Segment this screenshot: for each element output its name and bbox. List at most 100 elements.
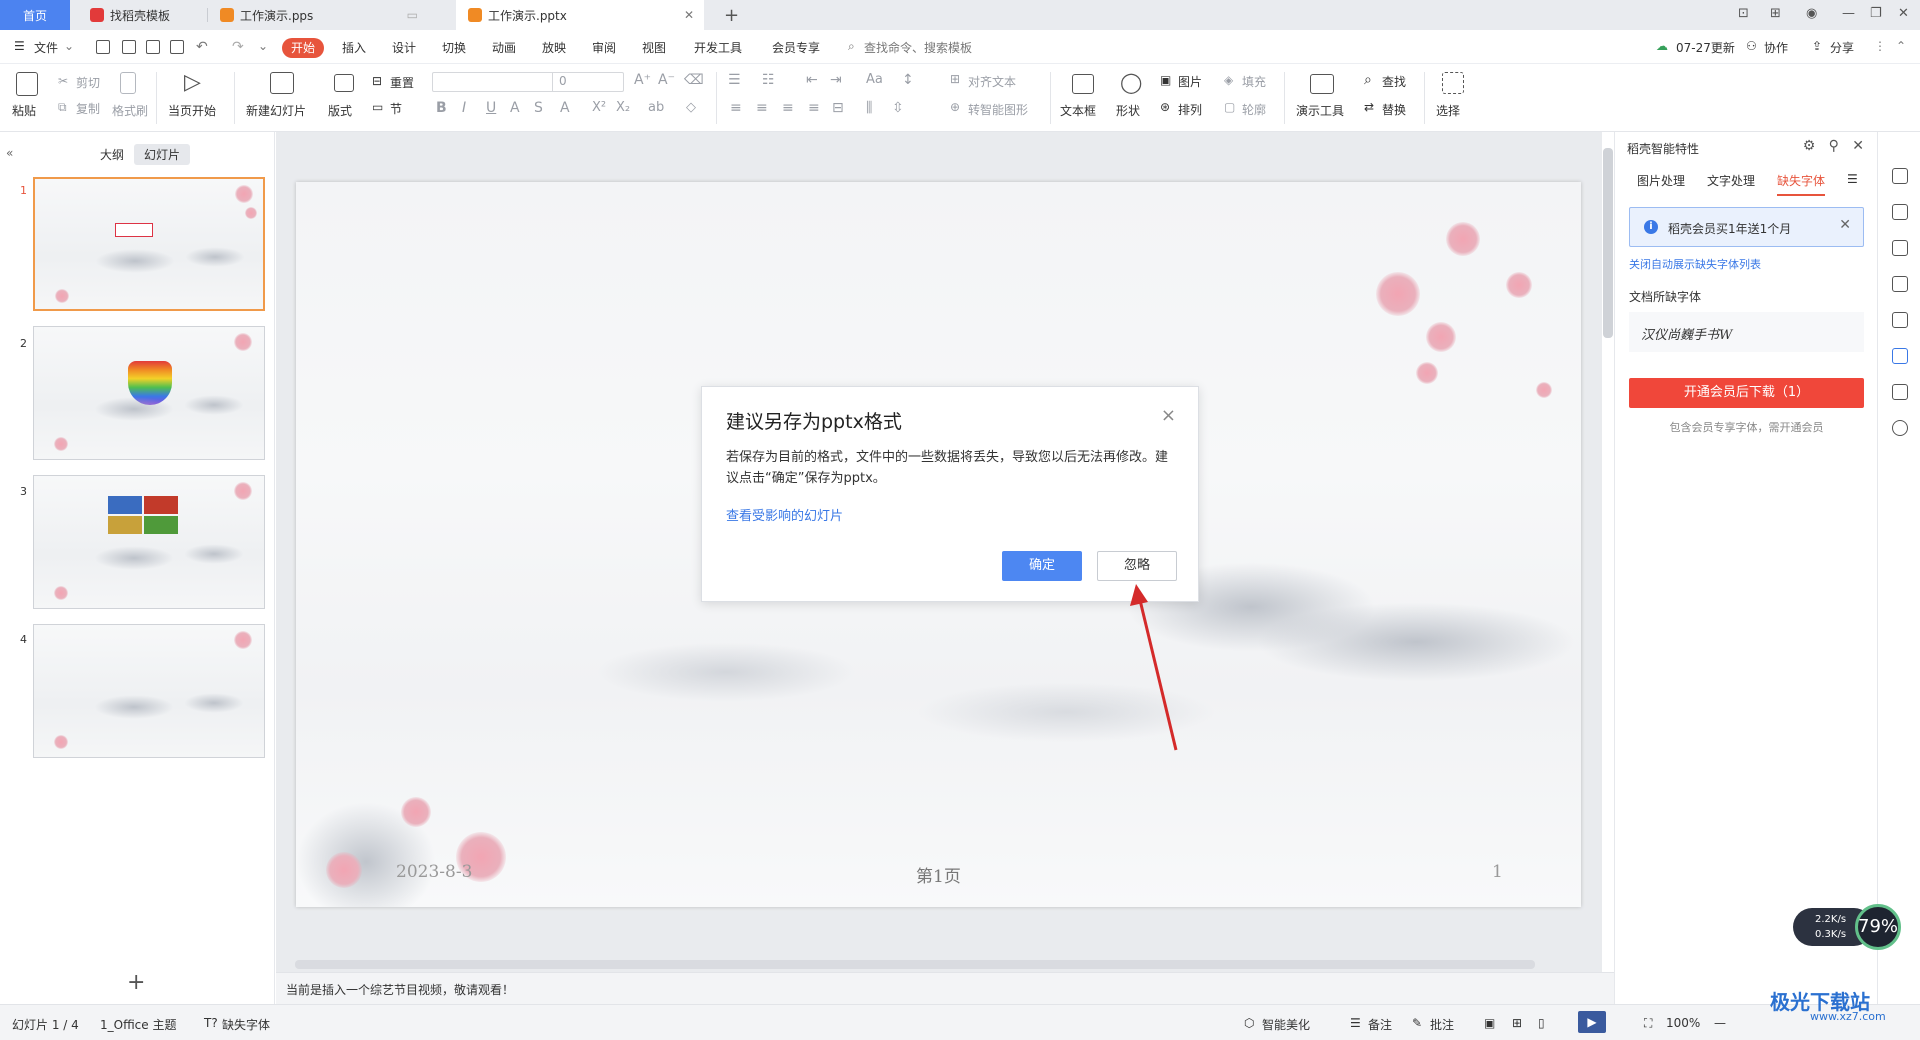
shadow-icon[interactable]: S bbox=[534, 100, 543, 116]
close-icon[interactable]: ✕ bbox=[1852, 138, 1864, 154]
image-icon[interactable] bbox=[1892, 312, 1908, 328]
settings-icon[interactable]: ⚙ bbox=[1803, 138, 1816, 154]
add-slide-button[interactable]: + bbox=[127, 970, 145, 995]
slide-thumbnail-2[interactable] bbox=[33, 326, 265, 460]
strikethrough-icon[interactable]: A bbox=[510, 100, 520, 116]
transition-icon[interactable] bbox=[1892, 276, 1908, 292]
menu-view[interactable]: 视图 bbox=[642, 39, 666, 56]
subscript-icon[interactable]: X₂ bbox=[616, 100, 630, 115]
properties-icon[interactable] bbox=[1892, 204, 1908, 220]
italic-icon[interactable]: I bbox=[462, 100, 466, 116]
layout-button[interactable]: 版式 bbox=[328, 102, 352, 119]
replace-button[interactable]: 替换 bbox=[1382, 101, 1406, 118]
collapse-ribbon-icon[interactable]: ⌃ bbox=[1896, 39, 1906, 53]
font-size-select[interactable]: 0 bbox=[552, 72, 624, 92]
layout-icon[interactable]: ⊡ bbox=[1738, 6, 1749, 21]
smart-features-icon[interactable] bbox=[1892, 348, 1908, 364]
vertical-scrollbar[interactable] bbox=[1603, 148, 1613, 338]
library-icon[interactable] bbox=[1892, 384, 1908, 400]
theme-name[interactable]: 1_Office 主题 bbox=[100, 1016, 176, 1033]
close-icon[interactable]: ✕ bbox=[1839, 217, 1851, 233]
menu-insert[interactable]: 插入 bbox=[342, 39, 366, 56]
text-case-icon[interactable]: Aa bbox=[866, 72, 883, 87]
play-current-button[interactable]: 当页开始 bbox=[168, 102, 216, 119]
missing-font-status[interactable]: 缺失字体 bbox=[222, 1016, 270, 1033]
picture-button[interactable]: 图片 bbox=[1178, 73, 1202, 90]
auto-show-link[interactable]: 关闭自动展示缺失字体列表 bbox=[1629, 256, 1761, 272]
slide-thumbnail-1[interactable] bbox=[33, 177, 265, 311]
align-center-icon[interactable]: ≡ bbox=[756, 100, 768, 116]
format-painter-button[interactable]: 格式刷 bbox=[112, 102, 148, 119]
design-icon[interactable] bbox=[1892, 168, 1908, 184]
grid-icon[interactable]: ⊞ bbox=[1770, 6, 1781, 21]
menu-icon[interactable]: ☰ bbox=[1847, 172, 1858, 196]
save-icon[interactable] bbox=[96, 40, 110, 54]
notice-text[interactable]: 稻壳会员买1年送1个月 bbox=[1668, 220, 1791, 237]
slides-tab[interactable]: 幻灯片 bbox=[134, 144, 191, 165]
restore-icon[interactable]: ❐ bbox=[1870, 6, 1882, 21]
tab-pps[interactable]: 工作演示.pps ▭ bbox=[208, 0, 428, 30]
affected-slides-link[interactable]: 查看受影响的幻灯片 bbox=[726, 505, 843, 524]
play-slideshow-icon[interactable]: ▶ bbox=[1578, 1011, 1606, 1033]
menu-member[interactable]: 会员专享 bbox=[772, 39, 820, 56]
underline-icon[interactable]: U bbox=[486, 100, 496, 116]
close-window-icon[interactable]: ✕ bbox=[1898, 6, 1909, 21]
slide-thumbnail-4[interactable] bbox=[33, 624, 265, 758]
shrink-font-icon[interactable]: A⁻ bbox=[658, 72, 675, 88]
font-color-icon[interactable]: A bbox=[560, 100, 570, 116]
share-button[interactable]: 分享 bbox=[1830, 39, 1854, 56]
fill-button[interactable]: 填充 bbox=[1242, 73, 1266, 90]
copy-button[interactable]: 复制 bbox=[76, 100, 100, 117]
collab-button[interactable]: 协作 bbox=[1764, 39, 1788, 56]
menu-start[interactable]: 开始 bbox=[282, 38, 324, 58]
superscript-icon[interactable]: X² bbox=[592, 100, 606, 115]
indent-decrease-icon[interactable]: ⇤ bbox=[806, 72, 818, 88]
comments-button[interactable]: 批注 bbox=[1430, 1016, 1454, 1033]
find-button[interactable]: 查找 bbox=[1382, 73, 1406, 90]
paste-icon[interactable] bbox=[16, 72, 38, 96]
convert-smartart-button[interactable]: 转智能图形 bbox=[968, 101, 1028, 118]
align-left-icon[interactable]: ≡ bbox=[730, 100, 742, 116]
indent-increase-icon[interactable]: ⇥ bbox=[830, 72, 842, 88]
new-tab-button[interactable]: + bbox=[712, 0, 742, 30]
bullet-list-icon[interactable]: ☰ bbox=[728, 72, 741, 88]
download-font-button[interactable]: 开通会员后下载（1） bbox=[1629, 378, 1864, 408]
update-label[interactable]: 07-27更新 bbox=[1676, 39, 1735, 56]
export-pdf-icon[interactable] bbox=[122, 40, 136, 54]
outline-button[interactable]: 轮廓 bbox=[1242, 101, 1266, 118]
beautify-button[interactable]: 智能美化 bbox=[1262, 1016, 1310, 1033]
menu-file[interactable]: 文件 bbox=[34, 39, 58, 56]
bold-icon[interactable]: B bbox=[436, 100, 447, 116]
help-icon[interactable] bbox=[1892, 420, 1908, 436]
reset-button[interactable]: 重置 bbox=[390, 74, 414, 91]
ignore-button[interactable]: 忽略 bbox=[1097, 551, 1177, 581]
zoom-level[interactable]: 100% bbox=[1666, 1016, 1700, 1030]
tab-pptx[interactable]: 工作演示.pptx ✕ bbox=[456, 0, 704, 30]
more-icon[interactable]: ⋮ bbox=[1874, 39, 1886, 53]
reading-view-icon[interactable]: ▯ bbox=[1538, 1016, 1545, 1030]
notes-bar[interactable]: 当前是插入一个综艺节目视频，敬请观看！ bbox=[276, 972, 1614, 1004]
sorter-view-icon[interactable]: ⊞ bbox=[1512, 1016, 1522, 1030]
align-right-icon[interactable]: ≡ bbox=[782, 100, 794, 116]
select-button[interactable]: 选择 bbox=[1436, 102, 1460, 119]
normal-view-icon[interactable]: ▣ bbox=[1484, 1016, 1495, 1030]
align-text-button[interactable]: 对齐文本 bbox=[968, 73, 1016, 90]
grow-font-icon[interactable]: A⁺ bbox=[634, 72, 651, 88]
horizontal-scrollbar[interactable] bbox=[295, 960, 1535, 969]
menu-animation[interactable]: 动画 bbox=[492, 39, 516, 56]
line-spacing-icon[interactable]: ↕ bbox=[902, 72, 914, 88]
close-tab-icon[interactable]: ✕ bbox=[684, 8, 694, 22]
preview-icon[interactable] bbox=[170, 40, 184, 54]
pin-icon[interactable]: ▭ bbox=[407, 8, 418, 22]
slide-thumbnail-3[interactable] bbox=[33, 475, 265, 609]
menu-review[interactable]: 审阅 bbox=[592, 39, 616, 56]
tab-home[interactable]: 首页 bbox=[0, 0, 70, 30]
justify-icon[interactable]: ≡ bbox=[808, 100, 820, 116]
menu-design[interactable]: 设计 bbox=[392, 39, 416, 56]
new-slide-button[interactable]: 新建幻灯片 bbox=[246, 102, 306, 119]
tab-text-processing[interactable]: 文字处理 bbox=[1707, 172, 1755, 196]
char-spacing-icon[interactable]: ab bbox=[648, 100, 664, 115]
tab-template[interactable]: 找稻壳模板 bbox=[78, 0, 206, 30]
menu-developer[interactable]: 开发工具 bbox=[694, 39, 742, 56]
textbox-button[interactable]: 文本框 bbox=[1060, 102, 1096, 119]
